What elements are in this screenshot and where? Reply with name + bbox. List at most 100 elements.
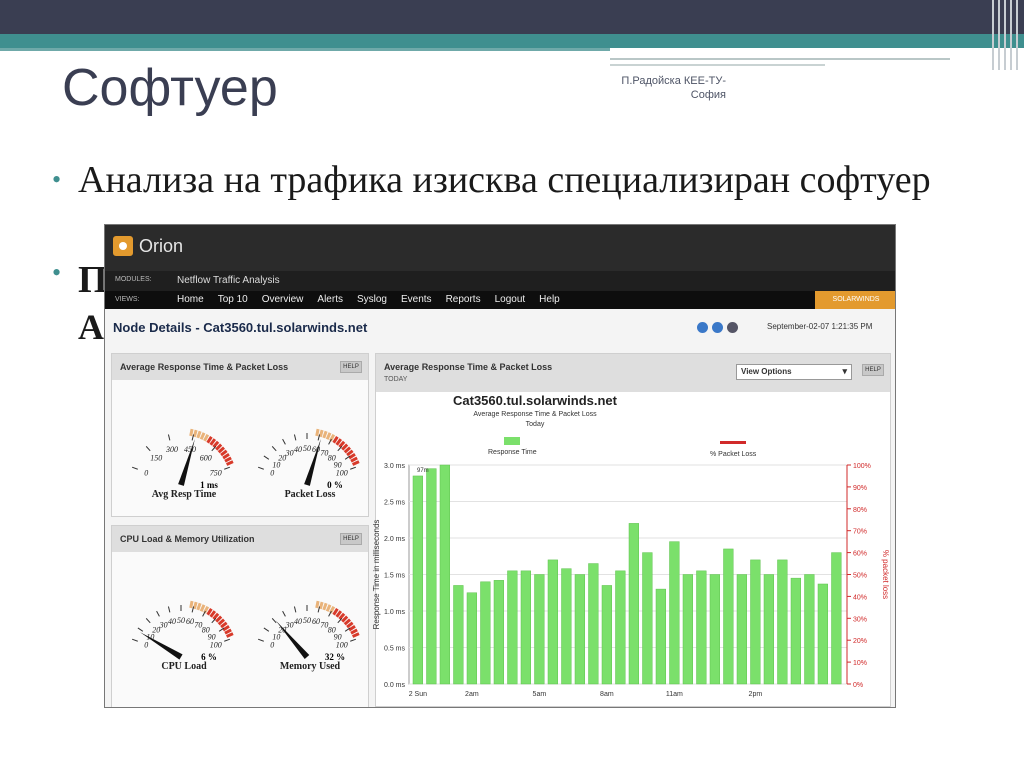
slide-title: Софтуер [62,59,278,117]
response-bar [709,574,720,685]
gauge-tick-label: 0 [144,468,148,477]
gauge-range-mark [222,453,230,460]
response-bar [520,570,531,685]
gauge-range-mark [199,604,206,612]
legend-label: % Packet Loss [710,451,757,458]
response-chart: 0.0 ms 0.5 ms 1.0 ms 1.5 ms 2.0 ms 2.5 ms 3.0 … [372,463,890,698]
x-tick-label: 5am [533,691,547,698]
gauge-tick-label: 40 [294,445,302,454]
refresh-icon[interactable] [697,322,708,333]
nav-item-reports[interactable]: Reports [446,294,481,305]
gauge-range-mark [318,601,324,610]
gauge-range-mark [322,602,328,611]
response-bar [507,570,518,685]
orion-app-name: Orion [139,236,184,256]
y2-tick-label: 0% [853,682,863,689]
gauge-range-mark [350,628,358,635]
nav-item-syslog[interactable]: Syslog [357,294,387,305]
bullet-dot-icon: • [52,165,62,194]
legend-packet-loss: % Packet Loss [710,439,756,458]
header-accent-line [0,48,610,51]
orion-header: Orion [105,225,895,271]
gauge-tick [350,466,357,470]
modules-link[interactable]: Netflow Traffic Analysis [177,275,280,286]
panel-title-text: Average Response Time & Packet Loss [384,362,553,372]
gauge-label: Memory Used [279,661,341,672]
gauge-range-mark [351,632,360,638]
response-bar [574,574,585,685]
y2-tick-label: 70% [853,529,867,536]
legend-label: Response Time [488,449,537,456]
response-bar [466,592,477,685]
gauge-range-mark [192,429,198,438]
gauge-range-mark [350,456,358,463]
gauge-tick-label: 100 [336,468,348,477]
gauge-tick-label: 0 [144,640,148,649]
gauge-tick-label: 100 [210,640,222,649]
nav-item-alerts[interactable]: Alerts [317,294,343,305]
gauge-tick [350,638,357,642]
response-bar [804,574,815,685]
gauge-tick [137,627,144,632]
gauge-tick [263,455,270,460]
gauge-tick-label: 40 [294,617,302,626]
header-teal-band [0,34,1024,48]
panel-title: Average Response Time & Packet Loss TODA… [376,354,890,392]
response-bar [439,464,450,685]
gauge-range-mark [192,601,198,610]
y-tick-label: 2.5 ms [384,500,406,507]
node-tool-icons [697,320,742,338]
response-bar [817,583,828,685]
gauge-tick-label: 60 [312,617,320,626]
response-bar [790,577,801,685]
panel-title: CPU Load & Memory Utilization HELP [112,526,368,552]
gauge-tick [257,638,264,642]
gauge-tick-label: 0 [270,640,274,649]
gauge-range-mark [335,610,343,618]
tools-icon[interactable] [727,322,738,333]
panel-title: Average Response Time & Packet Loss HELP [112,354,368,380]
info-icon[interactable] [712,322,723,333]
gauge-range-mark [225,632,234,638]
response-bar [588,563,599,685]
help-button[interactable]: HELP [340,533,362,545]
gauge-tick [293,434,297,441]
orion-screenshot: Orion MODULES: Netflow Traffic Analysis … [104,224,896,708]
y2-tick-label: 60% [853,551,867,558]
gauge-tick-label: 150 [150,454,162,463]
gauge-tick [131,466,138,470]
gauge-tick [263,627,270,632]
response-bar [561,568,572,685]
nav-item-overview[interactable]: Overview [262,294,304,305]
views-label: VIEWS: [115,296,140,303]
gauge-label: Avg Resp Time [151,489,217,500]
author-line-2: София [690,89,726,101]
gauge-range-mark [199,432,206,440]
x-tick-label: 11am [666,691,683,698]
gauge-label: CPU Load [161,661,207,672]
response-bar [763,574,774,685]
view-options-select[interactable]: View Options [736,364,852,380]
gauge-tick-label: 600 [200,454,212,463]
help-button[interactable]: HELP [862,364,884,376]
response-bar [426,468,437,685]
gauge-range-mark [322,430,328,439]
y2-tick-label: 30% [853,616,867,623]
bullet-item-2-line2: А [78,307,104,347]
nav-item-events[interactable]: Events [401,294,432,305]
gauge-range-mark [196,430,202,439]
modules-label: MODULES: [115,276,152,283]
gauge-tick-label: 100 [336,640,348,649]
nav-item-home[interactable]: Home [177,294,204,305]
nav-item-help[interactable]: Help [539,294,560,305]
node-details-title: Node Details - Cat3560.tul.solarwinds.ne… [113,320,368,335]
nav-item-logout[interactable]: Logout [495,294,526,305]
x-tick-label: 8am [600,691,614,698]
gauge-tick-label: 30 [285,620,294,629]
gauge-avg-resp-time: 0 150 300 450 600 750 1 ms Avg Resp Time [119,393,249,511]
help-button[interactable]: HELP [340,361,362,373]
gauge-range-mark [209,610,217,618]
response-bar [547,559,558,685]
nav-item-top-10[interactable]: Top 10 [218,294,248,305]
y-axis-label: Response Time in milliseconds [372,520,381,630]
